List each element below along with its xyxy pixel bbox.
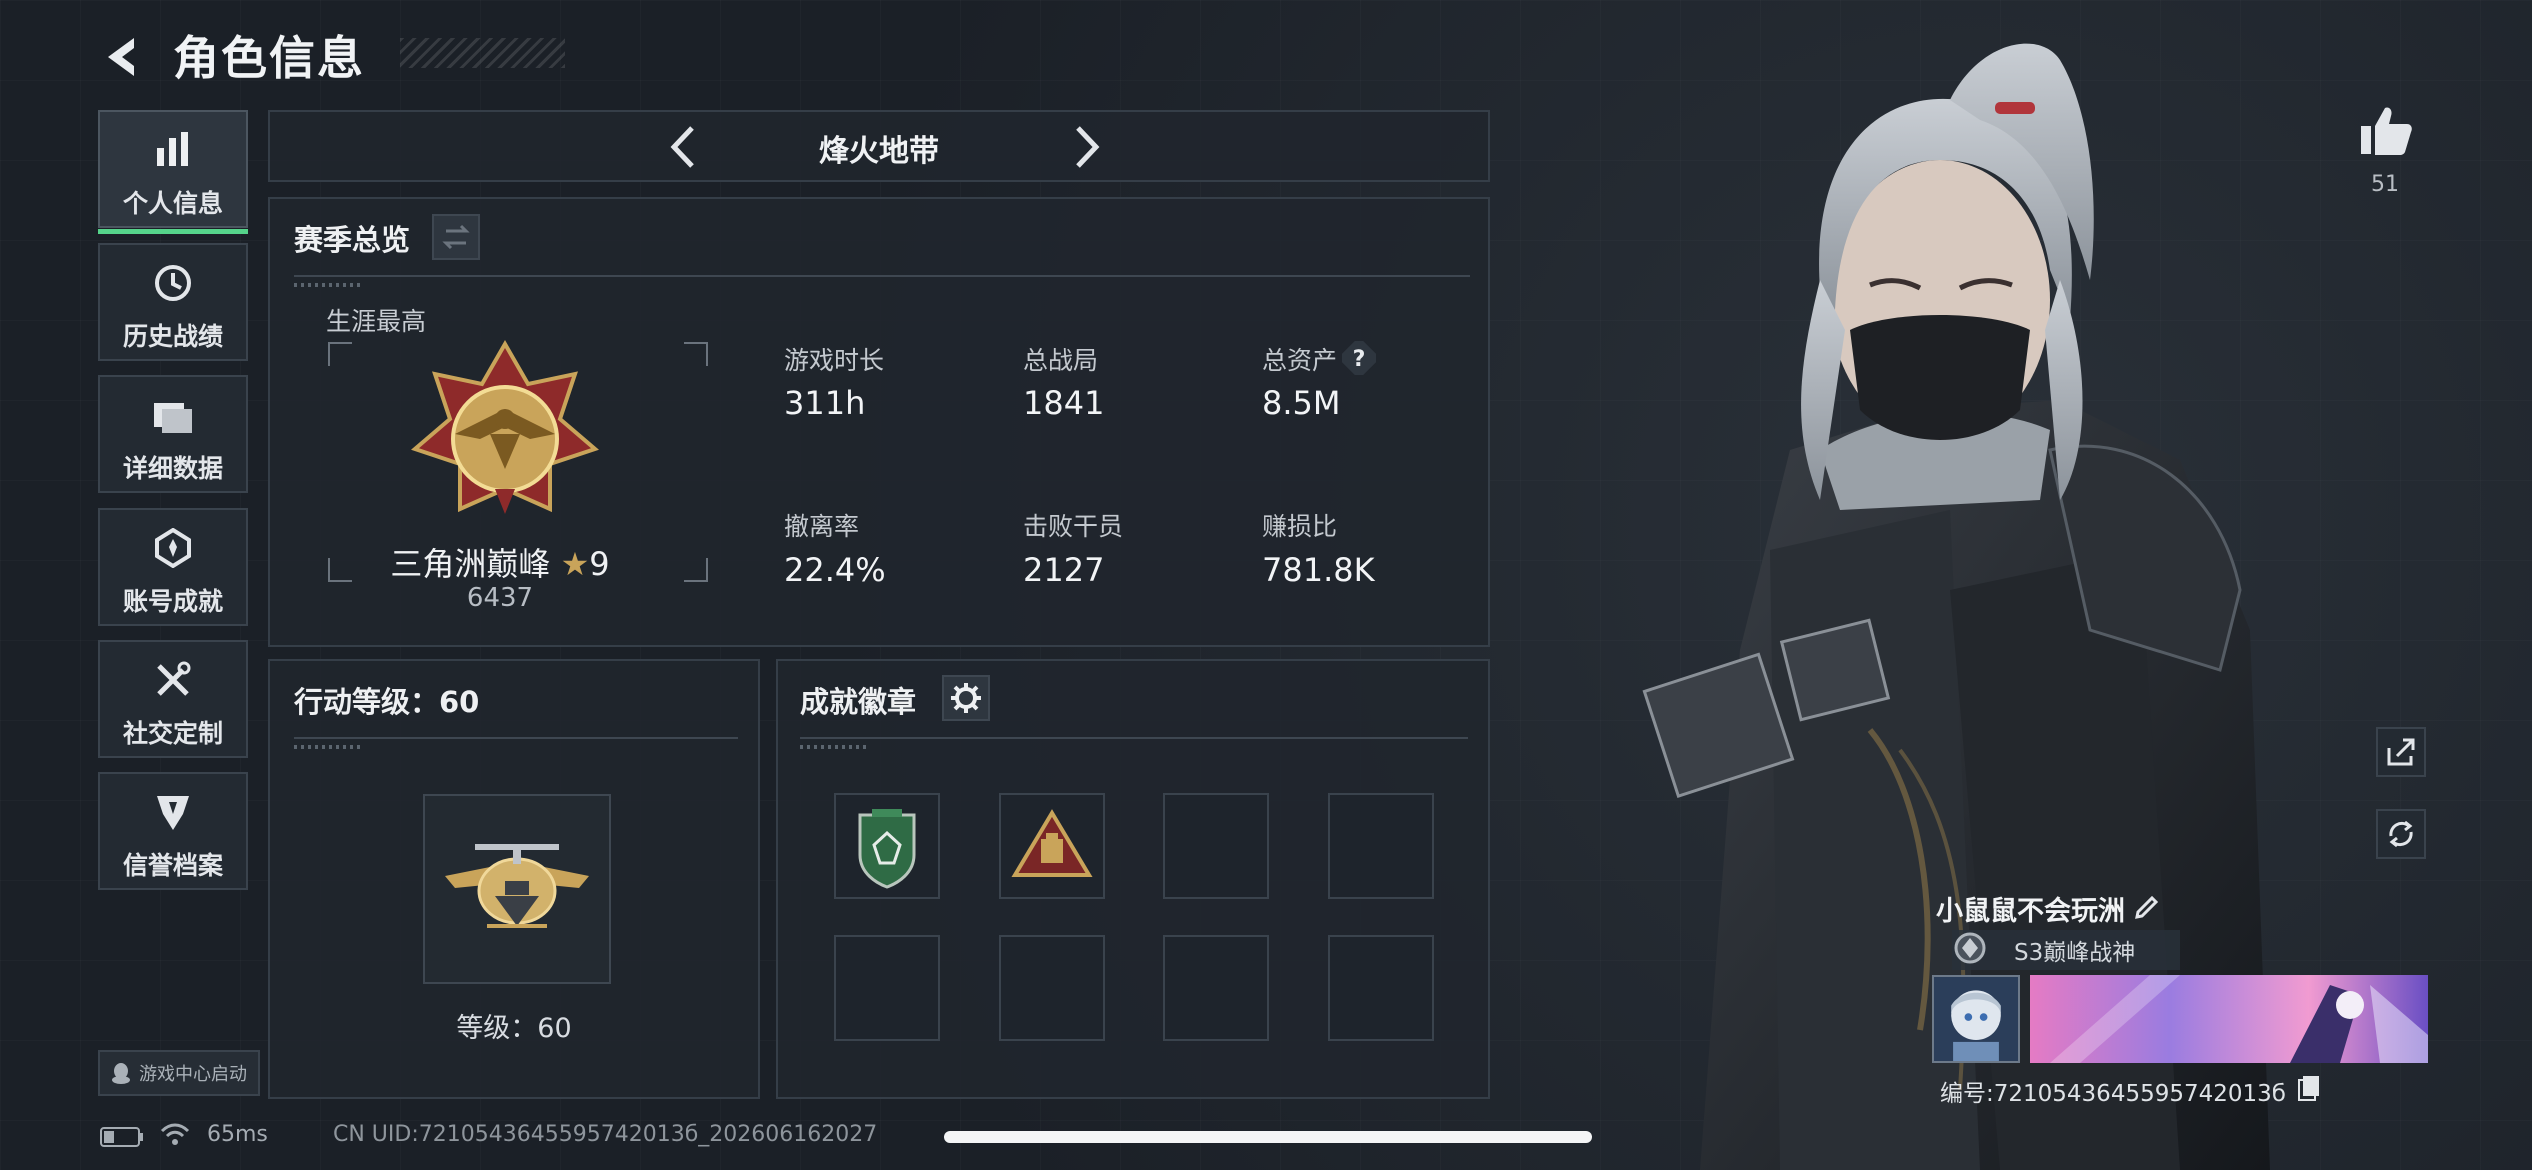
shield-badge-icon [858, 809, 916, 889]
badge-slot[interactable] [1163, 793, 1269, 899]
badge-settings-button[interactable] [942, 675, 990, 721]
copy-icon[interactable] [2297, 1074, 2321, 1102]
mode-label: 烽火地带 [819, 134, 939, 169]
section-title: 赛季总览 [294, 223, 411, 257]
swap-button[interactable] [432, 214, 480, 260]
sidebar-item-credit[interactable]: 信誉档案 [98, 772, 248, 890]
title-badge-emblem-icon [1954, 932, 1986, 964]
wifi-icon [160, 1123, 190, 1145]
badge-slot[interactable] [999, 935, 1105, 1041]
stat-value: 22.4% [784, 551, 886, 589]
game-center-label: 游戏中心启动 [139, 1064, 247, 1085]
achievement-badges-panel: 成就徽章 [776, 659, 1490, 1099]
folder-icon [154, 403, 192, 433]
operation-level-panel: 行动等级：60 等级：60 [268, 659, 760, 1099]
helicopter-emblem-icon [445, 844, 589, 928]
badge-slot[interactable] [834, 935, 940, 1041]
page-title: 角色信息 [173, 31, 365, 85]
sidebar-item-label: 社交定制 [122, 719, 223, 748]
sidebar-item-label: 个人信息 [122, 189, 223, 218]
achievement-icon [155, 528, 191, 568]
clock-icon [155, 265, 191, 301]
stat-label: 击败干员 [1023, 512, 1124, 541]
sidebar-item-personal-info[interactable]: 个人信息 [98, 110, 248, 234]
name-card-banner[interactable] [2030, 975, 2428, 1063]
credit-icon [157, 796, 189, 830]
player-id: 编号:7210543645595742013б [1940, 1081, 2286, 1107]
swap-icon [442, 224, 470, 250]
sidebar-item-label: 账号成就 [122, 587, 223, 616]
star-icon: ★ [560, 545, 590, 583]
gear-icon [951, 683, 981, 713]
mode-selector: 烽火地带 [268, 110, 1490, 182]
qq-icon [112, 1063, 130, 1084]
stat-value: 311h [784, 384, 866, 422]
rotate-icon[interactable] [2375, 808, 2427, 860]
game-center-button[interactable]: 游戏中心启动 [98, 1050, 260, 1096]
share-icon[interactable] [2375, 726, 2427, 778]
thumbs-up-icon[interactable] [2355, 100, 2415, 160]
rank-score: 6437 [466, 583, 534, 613]
sidebar-item-achievements[interactable]: 账号成就 [98, 508, 248, 626]
badge-slot[interactable] [1163, 935, 1269, 1041]
stat-label: 赚损比 [1262, 512, 1338, 541]
tools-icon [157, 661, 191, 696]
section-title: 成就徽章 [800, 685, 917, 719]
sidebar-item-label: 历史战绩 [122, 322, 223, 351]
sidebar-item-label: 信誉档案 [122, 851, 223, 880]
battery-icon [100, 1127, 143, 1147]
stat-value: 1841 [1023, 384, 1105, 422]
rank-emblem [411, 339, 599, 514]
stat-value: 8.5M [1262, 384, 1341, 422]
stat-label: 总资产 [1262, 346, 1338, 375]
sidebar-item-social[interactable]: 社交定制 [98, 640, 248, 758]
help-icon[interactable]: ? [1342, 341, 1376, 375]
stat-label: 游戏时长 [784, 346, 885, 375]
badge-slot[interactable] [999, 793, 1105, 899]
chevron-right-icon[interactable] [1060, 122, 1110, 172]
sidebar-item-label: 详细数据 [122, 454, 223, 483]
edit-pencil-icon[interactable] [2132, 890, 2162, 920]
svg-text:?: ? [1353, 347, 1366, 372]
stat-value: 781.8K [1262, 551, 1375, 589]
bar-chart-icon [157, 132, 188, 166]
operation-emblem-box[interactable] [423, 794, 611, 984]
sidebar-item-history[interactable]: 历史战绩 [98, 243, 248, 361]
player-name: 小鼠鼠不会玩洲 [1936, 896, 2125, 927]
badge-slot[interactable] [1328, 935, 1434, 1041]
section-title: 行动等级：60 [294, 685, 480, 719]
operation-level-label: 等级：60 [456, 1013, 572, 1044]
career-label: 生涯最高 [326, 307, 427, 336]
like-count: 51 [2371, 172, 2399, 197]
ping-text: 65ms [207, 1122, 268, 1147]
title-decoration [400, 38, 565, 68]
divider [294, 737, 738, 749]
divider [800, 737, 1468, 749]
stat-value: 2127 [1023, 551, 1105, 589]
rank-name: 三角洲巅峰 [390, 545, 551, 583]
divider [294, 275, 1470, 287]
uid-text: CN UID:7210543645595742013б_202606162027 [333, 1122, 878, 1147]
stat-label: 总战局 [1023, 346, 1099, 375]
avatar[interactable] [1932, 975, 2020, 1063]
season-overview-panel: 赛季总览 生涯最高 三角洲巅峰 ★9 6437 游戏时长 311h 总战局 18… [268, 197, 1490, 647]
home-indicator[interactable] [944, 1131, 1592, 1143]
sidebar-item-detail-data[interactable]: 详细数据 [98, 375, 248, 493]
back-arrow-icon[interactable] [100, 34, 146, 80]
rank-stars: 9 [589, 545, 610, 583]
badge-slot[interactable] [1328, 793, 1434, 899]
rank-name-row: 三角洲巅峰 ★9 [270, 539, 730, 585]
stat-label: 撤离率 [784, 512, 860, 541]
badge-slot[interactable] [834, 793, 940, 899]
triangle-badge-icon [1011, 809, 1093, 877]
